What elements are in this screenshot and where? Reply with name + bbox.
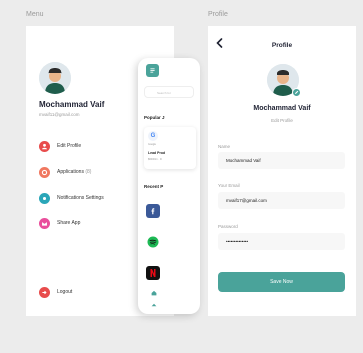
google-logo-icon: G [148,131,158,141]
password-label: Password [218,224,238,229]
avatar[interactable] [39,62,71,94]
job-card[interactable]: G Google Lead Prod $6000/m · D [144,127,196,169]
email-field[interactable] [218,192,345,209]
menu-item-label: Notifications Settings [57,195,104,201]
facebook-icon[interactable] [146,204,160,218]
home-nav-icon[interactable] [151,290,157,298]
edit-avatar-icon[interactable] [292,88,301,97]
profile-screen: Profile Mochammad Vaif Edit Profile Name… [208,26,356,316]
search-input[interactable]: Search for [144,86,194,98]
job-title: Lead Prod [148,151,166,155]
email-label: Your Email [218,183,240,188]
netflix-icon[interactable] [146,266,160,280]
popular-jobs-heading: Popular J [144,115,165,120]
bell-icon [39,192,50,204]
logout-icon [39,286,50,298]
save-button[interactable]: Save Now [218,272,345,292]
menu-item-label: Applications (8) [57,169,91,175]
search-placeholder: Search for [157,91,171,95]
menu-item-applications[interactable]: Applications (8) [39,166,91,178]
user-email: mvaif11@gmail.com [39,112,80,117]
applications-label: Applications [57,169,84,175]
profile-frame-label: Profile [208,11,228,18]
job-salary: $6000/m · D [148,158,162,161]
page-title: Profile [271,42,293,49]
avatar-image [39,62,71,94]
name-field[interactable] [218,152,345,169]
menu-item-share-app[interactable]: Share App [39,217,80,229]
menu-item-edit-profile[interactable]: Edit Profile [39,140,81,152]
user-icon [39,140,50,152]
menu-item-label: Share App [57,220,81,226]
menu-item-label: Edit Profile [57,143,82,149]
name-label: Name [218,144,231,149]
spotify-icon[interactable] [146,235,160,249]
app-home-preview[interactable]: Search for Popular J G Google Lead Prod … [138,58,200,314]
app-logo-icon [146,64,159,77]
document-icon [39,166,50,178]
logout-button[interactable]: Logout [39,286,72,298]
edit-profile-label: Edit Profile [271,118,293,123]
menu-frame-label: Menu [26,11,44,18]
user-name: Mochammad Vaif [39,100,105,109]
user-name: Mochammad Vaif [253,105,311,112]
share-icon [39,217,50,229]
applications-count: (8) [85,169,92,175]
recent-posts-heading: Recent P [144,184,164,189]
password-field[interactable] [218,233,345,250]
logout-label: Logout [57,289,73,295]
job-company: Google [148,143,157,146]
menu-item-notifications-settings[interactable]: Notifications Settings [39,192,104,204]
nav-indicator-icon [151,302,157,309]
